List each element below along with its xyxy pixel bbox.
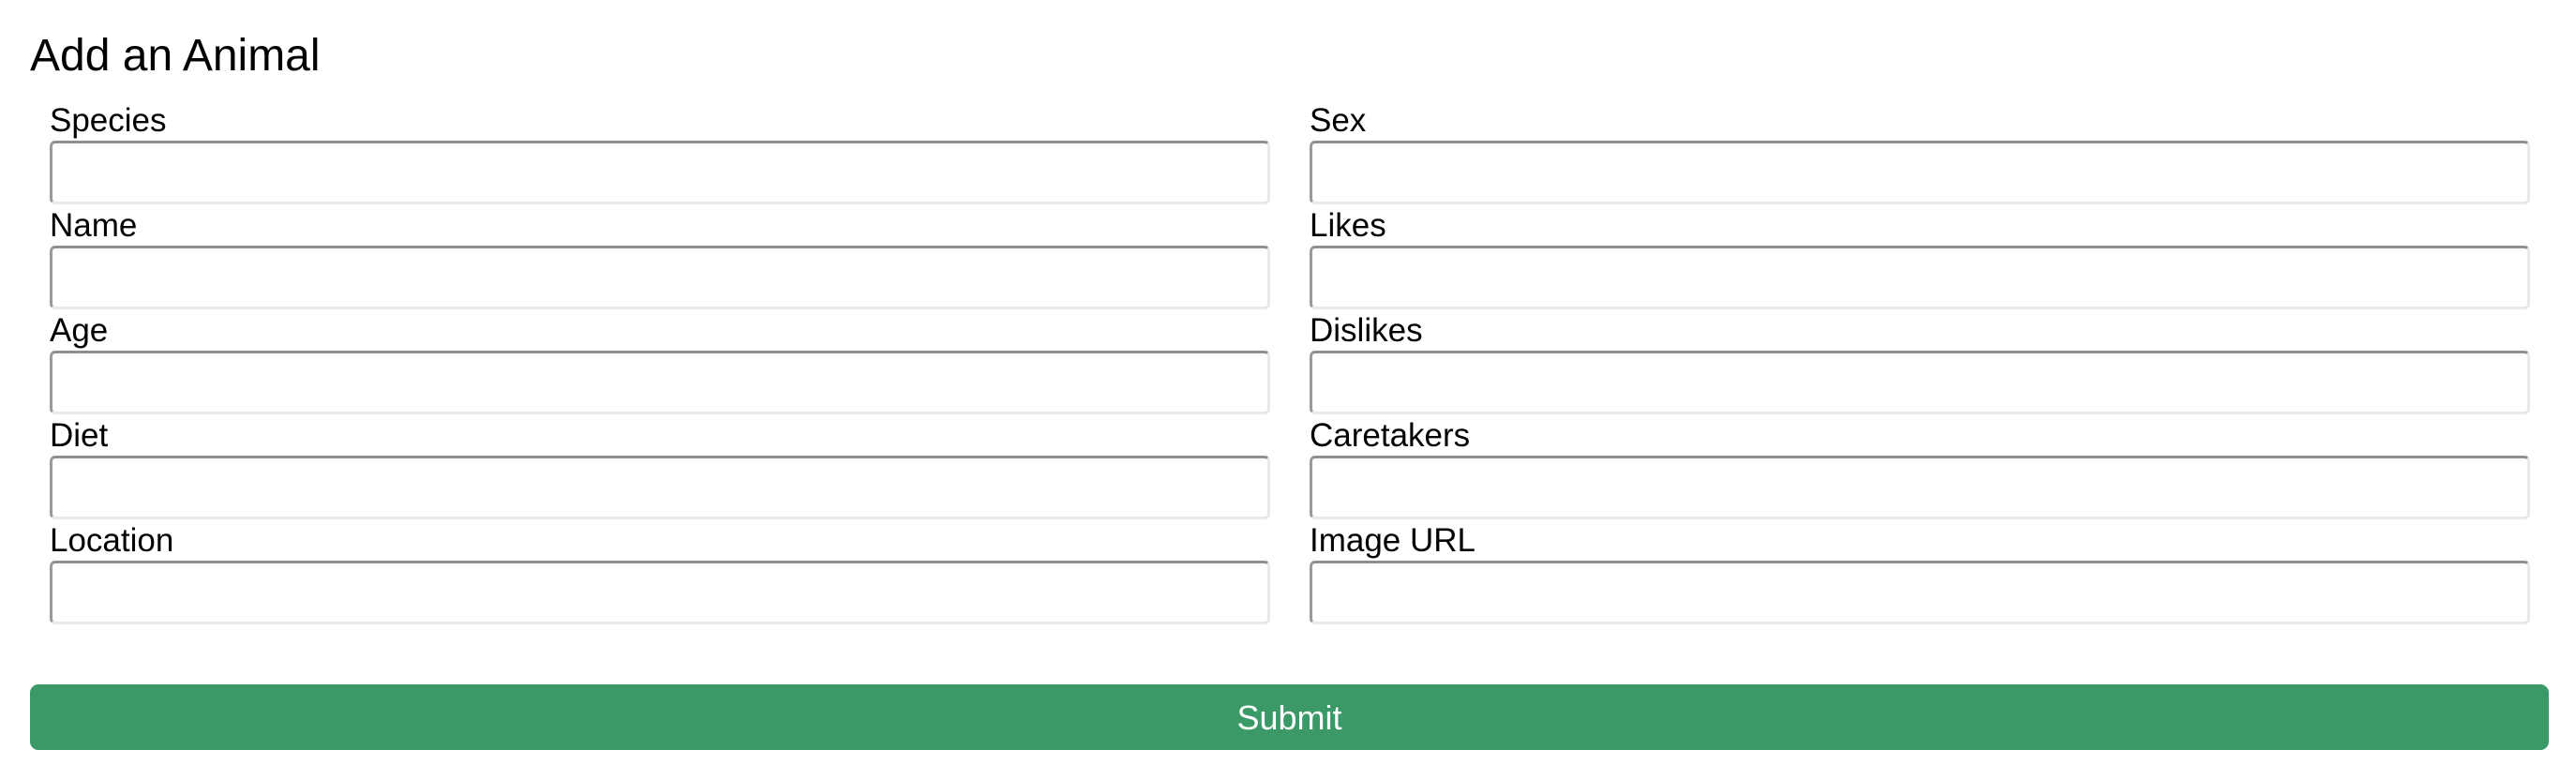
dislikes-label: Dislikes — [1310, 312, 1423, 349]
dislikes-field-group: Dislikes — [1310, 311, 2530, 414]
age-label: Age — [50, 312, 109, 349]
likes-input[interactable] — [1310, 246, 2530, 309]
sex-input[interactable] — [1310, 141, 2530, 204]
dislikes-input[interactable] — [1310, 351, 2530, 414]
add-animal-form: Species Name Age Diet Location Sex Likes — [0, 0, 2576, 780]
diet-field-group: Diet — [50, 416, 1270, 519]
sex-label: Sex — [1310, 102, 1367, 139]
caretakers-label: Caretakers — [1310, 417, 1471, 454]
species-input[interactable] — [50, 141, 1270, 204]
diet-label: Diet — [50, 417, 109, 454]
caretakers-field-group: Caretakers — [1310, 416, 2530, 519]
species-field-group: Species — [50, 101, 1270, 204]
likes-label: Likes — [1310, 207, 1386, 244]
age-input[interactable] — [50, 351, 1270, 414]
sex-field-group: Sex — [1310, 101, 2530, 204]
caretakers-input[interactable] — [1310, 456, 2530, 519]
location-label: Location — [50, 522, 174, 559]
location-field-group: Location — [50, 521, 1270, 624]
submit-button[interactable]: Submit — [30, 684, 2549, 750]
age-field-group: Age — [50, 311, 1270, 414]
add-animal-page: Add an Animal Species Name Age Diet Loca… — [0, 0, 2576, 780]
species-label: Species — [50, 102, 167, 139]
diet-input[interactable] — [50, 456, 1270, 519]
name-input[interactable] — [50, 246, 1270, 309]
likes-field-group: Likes — [1310, 206, 2530, 309]
location-input[interactable] — [50, 561, 1270, 624]
image-url-field-group: Image URL — [1310, 521, 2530, 624]
image-url-label: Image URL — [1310, 522, 1476, 559]
name-label: Name — [50, 207, 138, 244]
name-field-group: Name — [50, 206, 1270, 309]
image-url-input[interactable] — [1310, 561, 2530, 624]
